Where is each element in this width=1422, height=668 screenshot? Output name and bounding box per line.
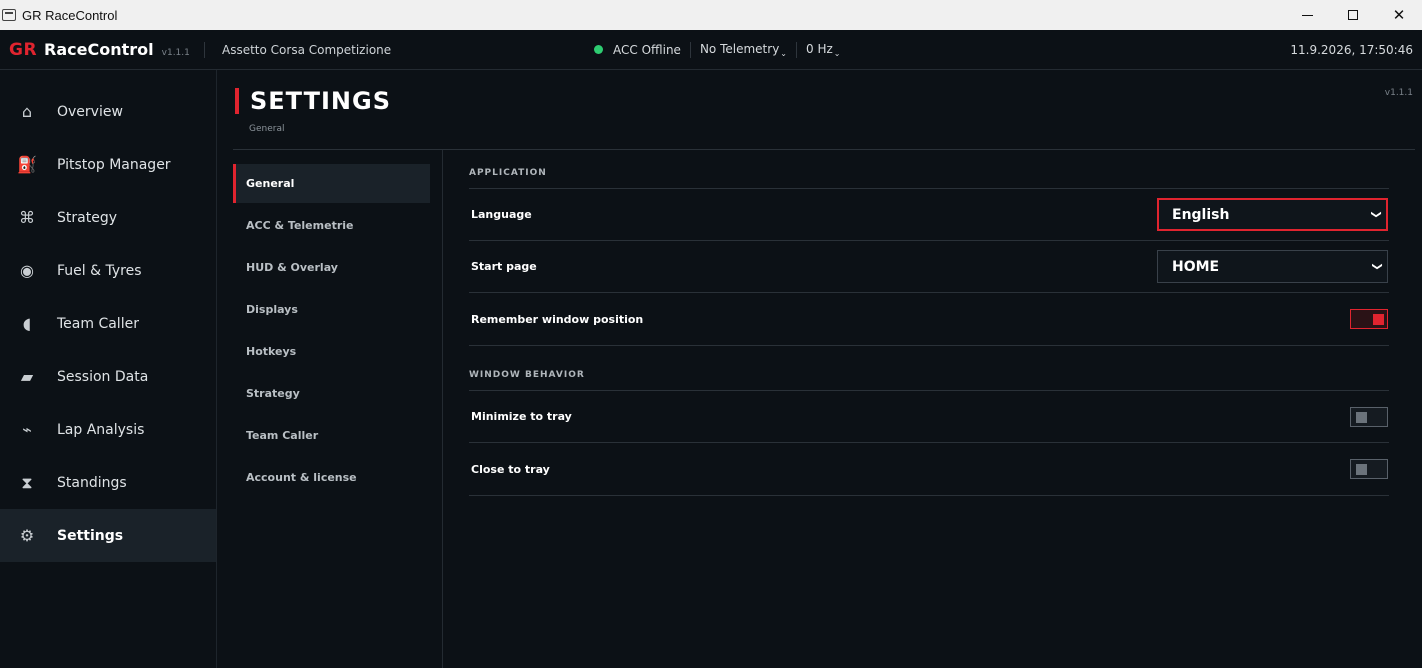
toggle-knob: [1356, 411, 1367, 423]
subnav-item-account-license[interactable]: Account & license: [233, 458, 430, 497]
setting-row-start-page: Start page HOME ❯: [469, 241, 1389, 293]
sidebar-item-standings[interactable]: ⧗ Standings: [0, 456, 216, 509]
chevron-down-icon: ⌄: [780, 48, 787, 58]
header-divider: [204, 41, 205, 58]
command-icon: ⌘: [19, 208, 35, 227]
rate-status[interactable]: 0 Hz⌄: [796, 41, 849, 58]
window-titlebar: GR RaceControl ✕: [0, 0, 1422, 30]
sidebar-item-label: Lap Analysis: [57, 421, 145, 438]
app-header: GR RaceControl v1.1.1 Assetto Corsa Comp…: [0, 30, 1422, 70]
brand-logo: GR RaceControl v1.1.1: [0, 40, 204, 60]
wave-icon: ⌁: [22, 420, 32, 439]
datetime: 11.9.2026, 17:50:46: [1290, 42, 1413, 57]
setting-row-minimize-to-tray: Minimize to tray: [469, 391, 1389, 443]
app-version: v1.1.1: [161, 47, 190, 58]
start-page-select[interactable]: HOME ❯: [1157, 250, 1388, 283]
language-select[interactable]: English ❯: [1157, 198, 1388, 231]
rate-label: 0 Hz: [806, 41, 833, 56]
subnav-item-displays[interactable]: Displays: [233, 290, 430, 329]
chevron-down-icon: ❯: [1370, 210, 1382, 219]
sidebar-item-pitstop-manager[interactable]: ⛽ Pitstop Manager: [0, 138, 216, 191]
sidebar-item-label: Standings: [57, 474, 127, 491]
sidebar-item-label: Settings: [57, 527, 124, 544]
maximize-icon: [1348, 10, 1358, 20]
app-icon: [2, 9, 16, 21]
home-icon: ⌂: [21, 102, 33, 121]
page-header: SETTINGS General: [235, 88, 391, 134]
sidebar-item-label: Fuel & Tyres: [57, 262, 142, 279]
sidebar-item-fuel-tyres[interactable]: ◉ Fuel & Tyres: [0, 244, 216, 297]
start-page-label: Start page: [471, 260, 537, 273]
chevron-down-icon: ⌄: [833, 48, 841, 58]
setting-row-remember-position: Remember window position: [469, 293, 1389, 346]
telemetry-label: No Telemetry: [699, 41, 780, 56]
section-heading-window-behavior: WINDOW BEHAVIOR: [469, 352, 1389, 391]
minimize-to-tray-toggle[interactable]: [1350, 406, 1388, 427]
toggle-knob: [1356, 464, 1367, 475]
brand-name: RaceControl: [44, 39, 154, 59]
telemetry-status[interactable]: No Telemetry⌄: [689, 41, 796, 58]
sidebar: ⌂ Overview ⛽ Pitstop Manager ⌘ Strategy …: [0, 70, 217, 668]
sidebar-item-strategy[interactable]: ⌘ Strategy: [0, 191, 216, 244]
setting-row-language: Language English ❯: [469, 189, 1389, 241]
main-content: SETTINGS General v1.1.1 General ACC & Te…: [217, 70, 1422, 668]
connection-status: ACC Offline No Telemetry⌄ 0 Hz⌄: [594, 41, 849, 58]
sidebar-item-label: Session Data: [57, 368, 149, 385]
close-to-tray-label: Close to tray: [471, 462, 550, 476]
subnav-item-acc-telemetrie[interactable]: ACC & Telemetrie: [233, 206, 430, 245]
subnav-item-strategy[interactable]: Strategy: [233, 374, 430, 413]
corner-version: v1.1.1: [1384, 88, 1413, 98]
fuel-pump-icon: ⛽: [17, 155, 37, 174]
subnav-item-hud-overlay[interactable]: HUD & Overlay: [233, 248, 430, 287]
minimize-button[interactable]: [1284, 0, 1330, 30]
minimize-to-tray-label: Minimize to tray: [471, 410, 572, 423]
sidebar-item-lap-analysis[interactable]: ⌁ Lap Analysis: [0, 403, 216, 456]
window-title: GR RaceControl: [22, 7, 118, 23]
sidebar-item-settings[interactable]: ⚙ Settings: [0, 509, 216, 562]
maximize-button[interactable]: [1330, 0, 1376, 30]
half-circle-icon: ◖: [22, 314, 32, 333]
subnav-item-general[interactable]: General: [233, 164, 430, 203]
hourglass-icon: ⧗: [21, 472, 33, 492]
section-heading-application: APPLICATION: [469, 150, 1389, 189]
setting-row-close-to-tray: Close to tray: [469, 443, 1389, 496]
settings-panel: APPLICATION Language English ❯ Start pag…: [469, 150, 1389, 496]
sidebar-item-label: Team Caller: [57, 315, 139, 332]
sidebar-item-label: Overview: [57, 103, 123, 120]
settings-subnav: General ACC & Telemetrie HUD & Overlay D…: [233, 164, 430, 500]
remember-position-label: Remember window position: [471, 312, 644, 326]
close-icon: ✕: [1392, 7, 1406, 24]
page-title: SETTINGS: [235, 88, 391, 114]
page-subtitle: General: [249, 124, 285, 134]
parallelogram-icon: ▰: [20, 367, 34, 386]
acc-status: ACC Offline: [613, 42, 681, 57]
sidebar-item-session-data[interactable]: ▰ Session Data: [0, 350, 216, 403]
subnav-item-team-caller[interactable]: Team Caller: [233, 416, 430, 455]
start-page-value: HOME: [1172, 258, 1220, 275]
tyre-icon: ◉: [20, 261, 34, 280]
language-label: Language: [471, 208, 532, 221]
sidebar-item-overview[interactable]: ⌂ Overview: [0, 85, 216, 138]
minimize-icon: [1301, 14, 1313, 16]
close-button[interactable]: ✕: [1376, 0, 1422, 30]
toggle-knob: [1373, 314, 1384, 325]
close-to-tray-toggle[interactable]: [1350, 459, 1388, 479]
language-value: English: [1172, 206, 1230, 223]
status-dot-icon: [594, 45, 603, 54]
subnav-divider: [442, 150, 443, 668]
sidebar-item-label: Pitstop Manager: [57, 156, 171, 173]
sidebar-item-team-caller[interactable]: ◖ Team Caller: [0, 297, 216, 350]
game-name: Assetto Corsa Competizione: [222, 42, 392, 57]
gear-icon: ⚙: [19, 526, 35, 545]
subnav-item-hotkeys[interactable]: Hotkeys: [233, 332, 430, 371]
brand-gr: GR: [9, 39, 38, 60]
remember-position-toggle[interactable]: [1350, 309, 1388, 329]
sidebar-item-label: Strategy: [57, 209, 117, 226]
chevron-down-icon: ❯: [1371, 262, 1383, 271]
